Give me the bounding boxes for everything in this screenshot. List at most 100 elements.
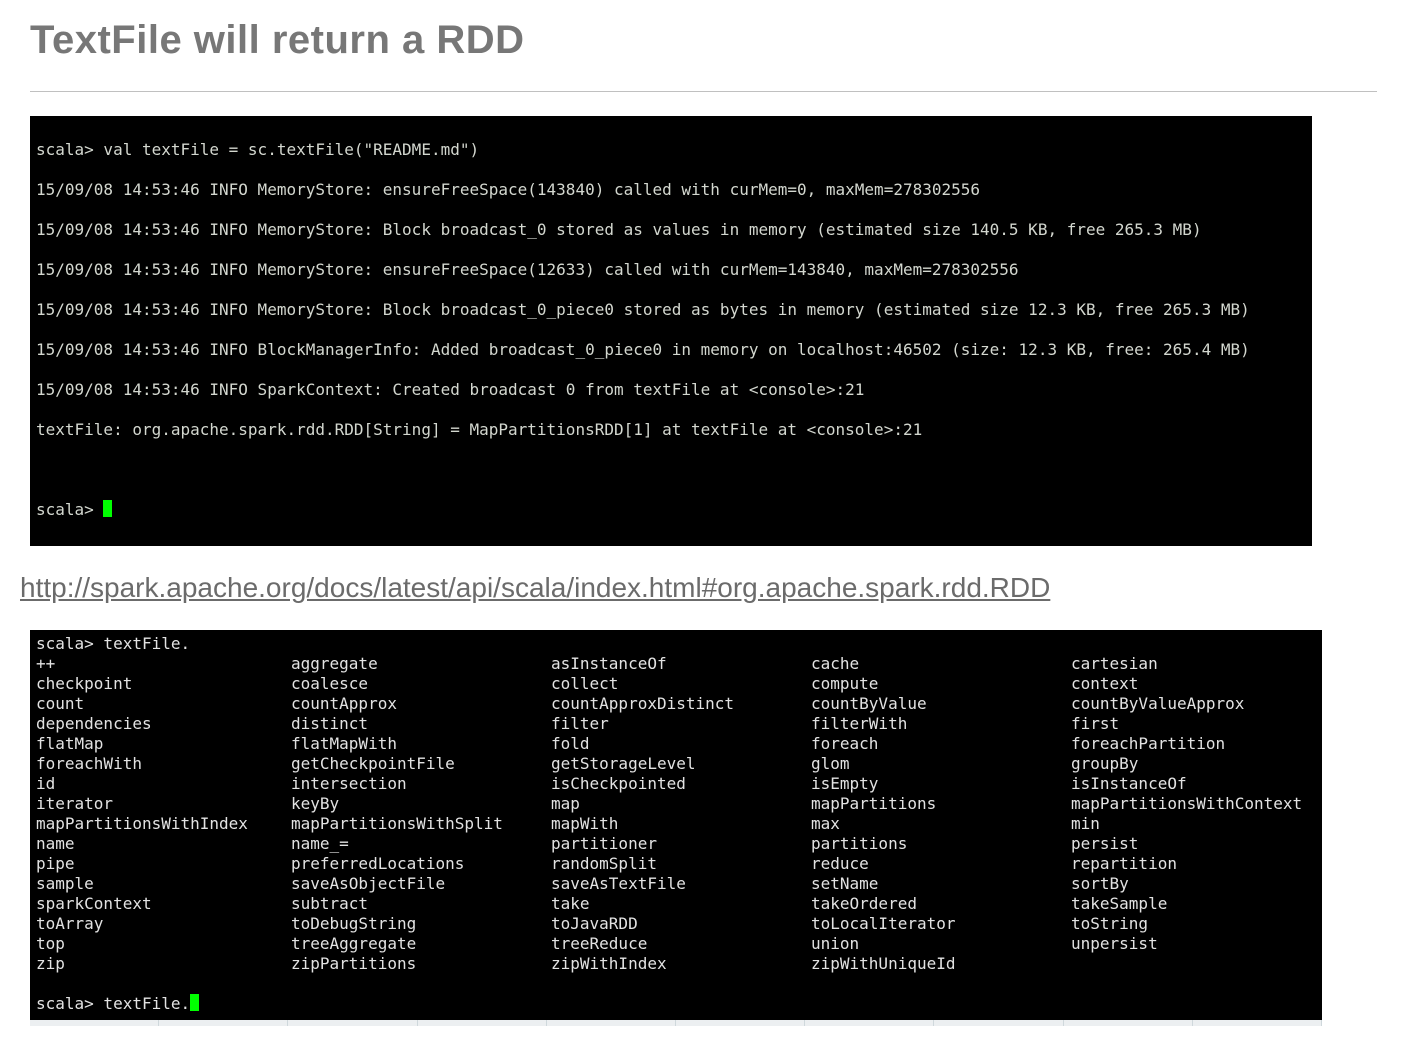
method-name: countApprox (291, 694, 551, 714)
method-name: aggregate (291, 654, 551, 674)
method-name: intersection (291, 774, 551, 794)
method-name: repartition (1071, 854, 1316, 874)
method-name: zipWithIndex (551, 954, 811, 974)
method-name: persist (1071, 834, 1316, 854)
terminal-blank-line (36, 460, 1306, 480)
method-name: foreach (811, 734, 1071, 754)
method-name: max (811, 814, 1071, 834)
method-name: groupBy (1071, 754, 1316, 774)
method-name: getStorageLevel (551, 754, 811, 774)
method-name: cartesian (1071, 654, 1316, 674)
method-name: toLocalIterator (811, 914, 1071, 934)
method-name: mapPartitions (811, 794, 1071, 814)
method-name: filterWith (811, 714, 1071, 734)
method-name: flatMapWith (291, 734, 551, 754)
method-name: isEmpty (811, 774, 1071, 794)
terminal-line: 15/09/08 14:53:46 INFO MemoryStore: Bloc… (36, 220, 1306, 240)
method-name: count (36, 694, 291, 714)
doc-link[interactable]: http://spark.apache.org/docs/latest/api/… (20, 572, 1050, 604)
terminal-line: 15/09/08 14:53:46 INFO MemoryStore: ensu… (36, 260, 1306, 280)
method-name: saveAsTextFile (551, 874, 811, 894)
method-name: name (36, 834, 291, 854)
method-name: context (1071, 674, 1316, 694)
method-name: reduce (811, 854, 1071, 874)
terminal-line: scala> val textFile = sc.textFile("READM… (36, 140, 1306, 160)
method-name: takeOrdered (811, 894, 1071, 914)
method-name: ++ (36, 654, 291, 674)
slide: TextFile will return a RDD scala> val te… (0, 0, 1407, 1056)
method-name: toArray (36, 914, 291, 934)
terminal-prompt: scala> (36, 500, 112, 519)
footer-tabs (30, 1020, 1322, 1026)
method-name: map (551, 794, 811, 814)
method-name: subtract (291, 894, 551, 914)
method-name: flatMap (36, 734, 291, 754)
method-name: filter (551, 714, 811, 734)
method-name: pipe (36, 854, 291, 874)
terminal-prompt: scala> textFile. (36, 994, 1316, 1014)
method-name: foreachWith (36, 754, 291, 774)
footer-tab (1064, 1020, 1193, 1026)
method-name: name_= (291, 834, 551, 854)
divider (30, 91, 1377, 92)
method-name: sortBy (1071, 874, 1316, 894)
method-name: coalesce (291, 674, 551, 694)
method-name: mapPartitionsWithContext (1071, 794, 1316, 814)
method-name: getCheckpointFile (291, 754, 551, 774)
method-name: isInstanceOf (1071, 774, 1316, 794)
footer-tab (547, 1020, 676, 1026)
method-name: foreachPartition (1071, 734, 1316, 754)
method-name: unpersist (1071, 934, 1316, 954)
method-name: zipPartitions (291, 954, 551, 974)
terminal-output-1: scala> val textFile = sc.textFile("READM… (30, 116, 1312, 546)
method-name: checkpoint (36, 674, 291, 694)
method-name: randomSplit (551, 854, 811, 874)
method-name: countByValueApprox (1071, 694, 1316, 714)
method-name: min (1071, 814, 1316, 834)
method-name: sparkContext (36, 894, 291, 914)
method-name: collect (551, 674, 811, 694)
method-name: treeReduce (551, 934, 811, 954)
terminal-line: 15/09/08 14:53:46 INFO SparkContext: Cre… (36, 380, 1306, 400)
method-name: preferredLocations (291, 854, 551, 874)
method-name: countApproxDistinct (551, 694, 811, 714)
method-name: zipWithUniqueId (811, 954, 1071, 974)
method-name: toDebugString (291, 914, 551, 934)
footer-tab (1193, 1020, 1322, 1026)
method-name: saveAsObjectFile (291, 874, 551, 894)
method-name: mapPartitionsWithIndex (36, 814, 291, 834)
terminal-line: 15/09/08 14:53:46 INFO MemoryStore: ensu… (36, 180, 1306, 200)
method-name: zip (36, 954, 291, 974)
method-name: dependencies (36, 714, 291, 734)
method-name: iterator (36, 794, 291, 814)
method-name: setName (811, 874, 1071, 894)
method-name: mapPartitionsWithSplit (291, 814, 551, 834)
cursor-icon (190, 994, 199, 1011)
terminal-blank-line (36, 974, 1316, 994)
footer-tab (288, 1020, 417, 1026)
method-name: mapWith (551, 814, 811, 834)
terminal-line: 15/09/08 14:53:46 INFO BlockManagerInfo:… (36, 340, 1306, 360)
footer-tab (934, 1020, 1063, 1026)
method-name: toString (1071, 914, 1316, 934)
method-name: distinct (291, 714, 551, 734)
terminal-line: 15/09/08 14:53:46 INFO MemoryStore: Bloc… (36, 300, 1306, 320)
cursor-icon (103, 500, 112, 517)
footer-tab (30, 1020, 159, 1026)
method-name: cache (811, 654, 1071, 674)
method-name: treeAggregate (291, 934, 551, 954)
method-name (1071, 954, 1316, 974)
method-name: glom (811, 754, 1071, 774)
terminal-line: textFile: org.apache.spark.rdd.RDD[Strin… (36, 420, 1306, 440)
footer-tab (805, 1020, 934, 1026)
method-name: fold (551, 734, 811, 754)
methods-grid: ++aggregateasInstanceOfcachecartesian che… (36, 654, 1316, 974)
method-name: sample (36, 874, 291, 894)
method-name: top (36, 934, 291, 954)
method-name: toJavaRDD (551, 914, 811, 934)
footer-tab (418, 1020, 547, 1026)
terminal-output-2: scala> textFile. ++aggregateasInstanceOf… (30, 630, 1322, 1020)
method-name: asInstanceOf (551, 654, 811, 674)
footer-tab (676, 1020, 805, 1026)
method-name: take (551, 894, 811, 914)
